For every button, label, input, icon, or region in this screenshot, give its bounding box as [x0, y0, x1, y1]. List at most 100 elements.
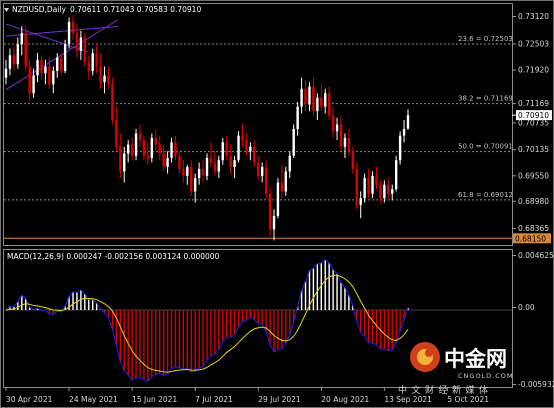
- candle-body: [8, 55, 12, 69]
- candle-body: [209, 157, 213, 163]
- candle-body: [398, 135, 402, 161]
- candle-body: [363, 178, 366, 199]
- watermark-brand: 中金网: [444, 347, 507, 371]
- candle-body: [249, 146, 252, 152]
- candle-body: [154, 137, 157, 145]
- candle-body: [158, 144, 161, 154]
- price-axis-label: 0.68365: [518, 224, 549, 233]
- candle-body: [402, 128, 406, 136]
- candle-body: [48, 66, 51, 85]
- candle-body: [394, 160, 398, 190]
- candle-body: [63, 44, 67, 71]
- current-price-label: 0.70910: [518, 111, 549, 120]
- candle-body: [260, 166, 264, 176]
- fib-level-label: 61.8 = 0.69012: [458, 191, 513, 199]
- candle-body: [107, 75, 110, 85]
- candle-body: [229, 155, 232, 167]
- candle-body: [146, 155, 150, 158]
- candle-body: [12, 55, 16, 65]
- price-axis-label: 0.72503: [518, 40, 549, 49]
- candle-body: [166, 157, 169, 167]
- candle-body: [371, 175, 374, 194]
- candle-body: [190, 166, 193, 192]
- candle-body: [225, 142, 228, 156]
- candle-body: [123, 153, 126, 172]
- fib-level-label: 23.6 = 0.72503: [458, 35, 513, 43]
- candle-body: [320, 97, 323, 107]
- candle-body: [32, 75, 35, 94]
- candle-body: [130, 144, 134, 156]
- candle-body: [193, 178, 197, 192]
- fib-level-label: 50.0 = 0.70091: [458, 143, 513, 151]
- candle-body: [28, 66, 31, 94]
- time-axis-label: 30 Apr 2021: [6, 395, 53, 404]
- candle-body: [406, 115, 410, 129]
- time-axis-label: 5 Oct 2021: [447, 395, 489, 404]
- candle-body: [264, 166, 268, 194]
- candle-body: [367, 178, 370, 194]
- candle-body: [170, 142, 173, 158]
- watermark-domain: CNGOLD.COM: [458, 372, 514, 380]
- candle-body: [335, 124, 339, 132]
- horizontal-level-label: 0.68150: [515, 234, 546, 243]
- watermark-tagline: 中文财经新媒体: [398, 384, 493, 396]
- candle-body: [44, 66, 47, 74]
- candle-body: [288, 155, 291, 172]
- macd-axis-label: -0.005932: [518, 380, 554, 389]
- candle-body: [375, 175, 378, 185]
- candle-body: [221, 142, 224, 161]
- candle-body: [276, 182, 280, 216]
- candle-body: [391, 189, 394, 194]
- time-axis-label: 7 Jul 2021: [195, 395, 233, 404]
- candle-body: [280, 182, 284, 192]
- candle-body: [324, 93, 327, 107]
- candle-body: [331, 115, 335, 132]
- candle-body: [126, 144, 130, 154]
- price-axis-label: 0.70135: [518, 145, 549, 154]
- price-axis-label: 0.71169: [518, 99, 549, 108]
- candle-body: [111, 84, 114, 121]
- candle-body: [383, 184, 386, 199]
- price-axis[interactable]: 0.731200.725030.719200.711690.707350.701…: [512, 12, 552, 233]
- candle-body: [245, 140, 248, 152]
- candle-body: [36, 59, 39, 76]
- symbol-label: NZDUSD,Daily: [12, 5, 66, 14]
- candle-body: [284, 171, 288, 192]
- candle-body: [182, 169, 185, 176]
- candle-body: [24, 33, 27, 67]
- candle-body: [95, 53, 98, 67]
- candle-body: [316, 97, 319, 112]
- time-axis-label: 24 May 2021: [69, 395, 118, 404]
- candle-body: [115, 120, 118, 147]
- candle-body: [178, 155, 181, 170]
- candle-body: [312, 86, 315, 112]
- candle-body: [308, 86, 311, 105]
- candle-body: [67, 21, 71, 45]
- candle-body: [83, 37, 87, 63]
- macd-axis-label: 0.004625: [518, 251, 554, 260]
- forex-chart: 23.6 = 0.72503 38.2 = 0.71169 50.0 = 0.700…: [0, 0, 554, 408]
- candle-body: [233, 160, 236, 167]
- candle-body: [197, 169, 201, 179]
- candle-body: [99, 66, 102, 83]
- candle-body: [87, 62, 90, 71]
- candle-body: [174, 142, 177, 156]
- watermark-emblem-dot: [425, 349, 433, 357]
- candle-body: [253, 146, 256, 163]
- candle-body: [339, 124, 343, 147]
- candle-body: [138, 133, 142, 141]
- candle-body: [359, 198, 362, 205]
- candle-body: [201, 169, 205, 176]
- candle-body: [59, 57, 63, 71]
- time-axis-label: 29 Jul 2021: [258, 395, 301, 404]
- candle-body: [52, 70, 55, 85]
- time-axis-label: 20 Aug 2021: [321, 395, 369, 404]
- candle-body: [40, 59, 43, 74]
- ohlc-label: 0.70611 0.71043 0.70583 0.70910: [70, 5, 201, 14]
- candle-body: [257, 162, 260, 176]
- macd-header-label: MACD(12,26,9) 0.000247 -0.002156 0.00312…: [7, 252, 220, 261]
- candle-body: [296, 106, 299, 129]
- candle-body: [16, 44, 20, 65]
- candle-body: [347, 137, 351, 152]
- time-axis-label: 15 Jun 2021: [132, 395, 177, 404]
